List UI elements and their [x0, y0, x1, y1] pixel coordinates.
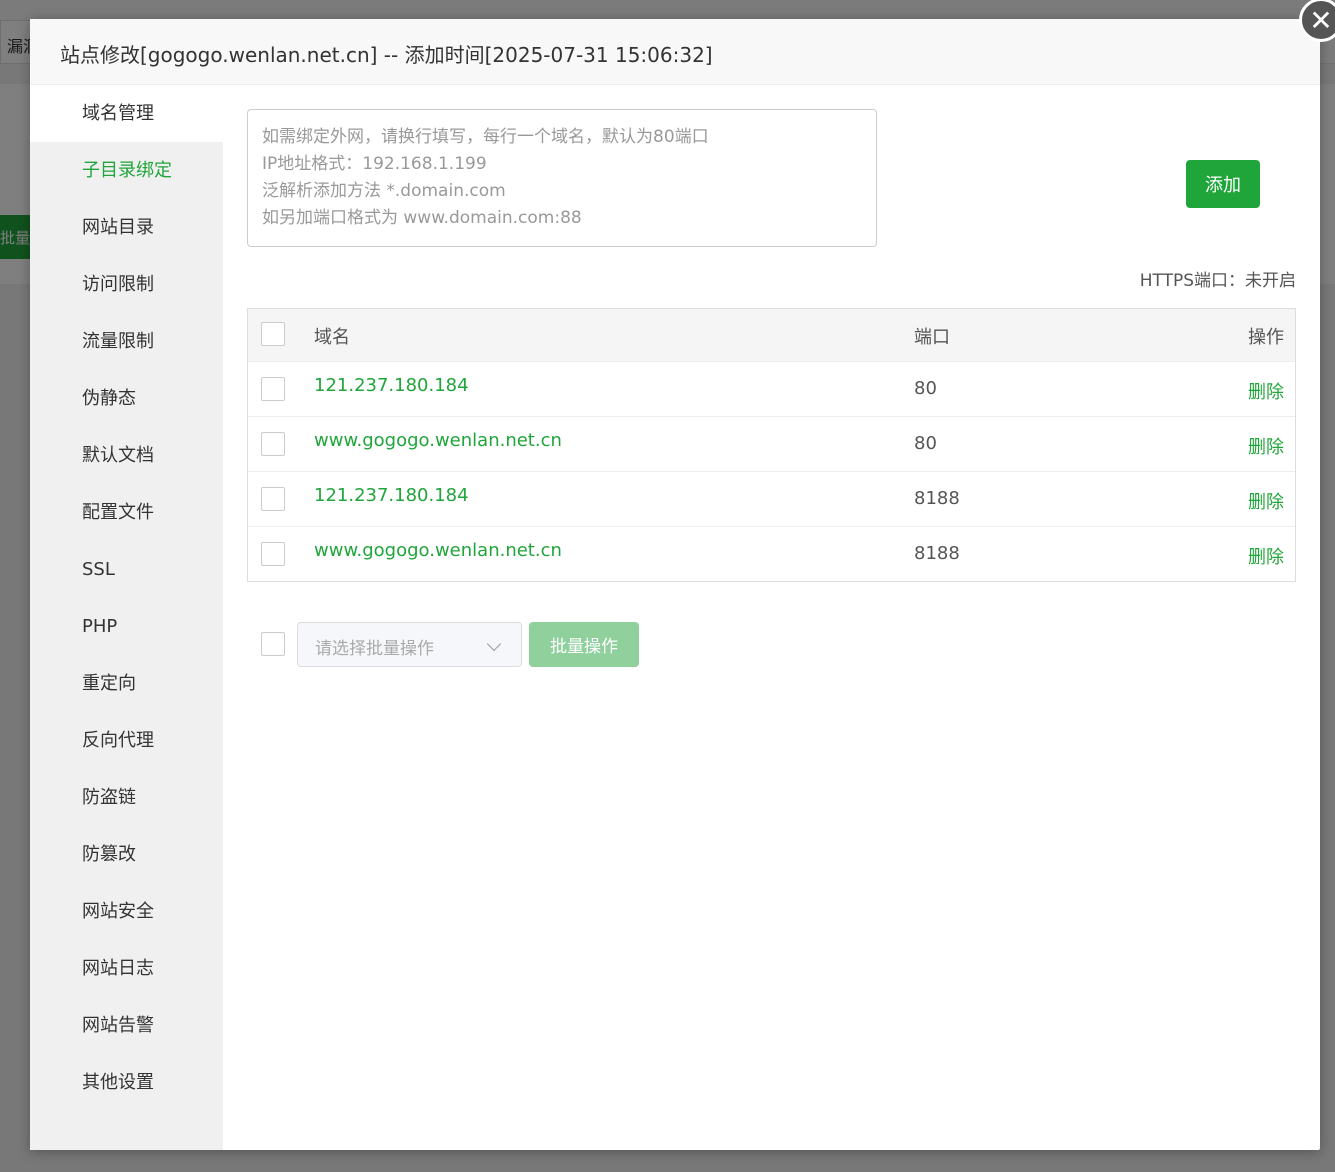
sidebar-item-hotlink-protection[interactable]: 防盗链 — [30, 769, 223, 826]
batch-select-placeholder: 请选择批量操作 — [315, 639, 434, 659]
sidebar-item-redirect[interactable]: 重定向 — [30, 655, 223, 712]
batch-operation-select[interactable]: 请选择批量操作 — [297, 622, 522, 667]
sidebar-item-config-file[interactable]: 配置文件 — [30, 484, 223, 541]
placeholder-line: 如需绑定外网，请换行填写，每行一个域名，默认为80端口 — [262, 127, 709, 147]
column-header-action: 操作 — [1248, 327, 1284, 348]
table-row: www.gogogo.wenlan.net.cn 80 删除 — [248, 416, 1295, 471]
placeholder-line: IP地址格式：192.168.1.199 — [262, 154, 487, 174]
port-value: 80 — [914, 433, 937, 454]
table-row: 121.237.180.184 80 删除 — [248, 361, 1295, 416]
table-header: 域名 端口 操作 — [248, 309, 1295, 361]
table-row: www.gogogo.wenlan.net.cn 8188 删除 — [248, 526, 1295, 581]
row-checkbox[interactable] — [261, 487, 285, 511]
row-checkbox[interactable] — [261, 432, 285, 456]
sidebar-item-ssl[interactable]: SSL — [30, 541, 223, 598]
dialog-title: 站点修改[gogogo.wenlan.net.cn] -- 添加时间[2025-… — [30, 19, 1320, 85]
domain-link[interactable]: 121.237.180.184 — [314, 485, 469, 506]
sidebar-item-php[interactable]: PHP — [30, 598, 223, 655]
sidebar-item-other-settings[interactable]: 其他设置 — [30, 1054, 223, 1111]
table-row: 121.237.180.184 8188 删除 — [248, 471, 1295, 526]
batch-select-all-checkbox[interactable] — [261, 632, 285, 656]
batch-operation-bar: 请选择批量操作 批量操作 — [247, 622, 947, 668]
site-edit-dialog: 站点修改[gogogo.wenlan.net.cn] -- 添加时间[2025-… — [30, 0, 1335, 1150]
row-checkbox[interactable] — [261, 542, 285, 566]
port-value: 8188 — [914, 488, 960, 509]
placeholder-line: 如另加端口格式为 www.domain.com:88 — [262, 208, 582, 228]
sidebar-item-default-document[interactable]: 默认文档 — [30, 427, 223, 484]
delete-link[interactable]: 删除 — [1248, 543, 1284, 569]
chevron-down-icon — [486, 636, 502, 652]
sidebar-item-rewrite[interactable]: 伪静态 — [30, 370, 223, 427]
column-header-domain: 域名 — [314, 327, 350, 348]
domain-textarea[interactable]: 如需绑定外网，请换行填写，每行一个域名，默认为80端口 IP地址格式：192.1… — [247, 109, 877, 247]
domain-link[interactable]: www.gogogo.wenlan.net.cn — [314, 430, 562, 451]
https-port-status: HTTPS端口：未开启 — [1139, 271, 1296, 291]
delete-link[interactable]: 删除 — [1248, 433, 1284, 459]
add-domain-button[interactable]: 添加 — [1186, 160, 1260, 208]
domain-link[interactable]: 121.237.180.184 — [314, 375, 469, 396]
delete-link[interactable]: 删除 — [1248, 378, 1284, 404]
sidebar-item-site-directory[interactable]: 网站目录 — [30, 199, 223, 256]
row-checkbox[interactable] — [261, 377, 285, 401]
sidebar-item-site-security[interactable]: 网站安全 — [30, 883, 223, 940]
select-all-checkbox[interactable] — [261, 322, 285, 346]
column-header-port: 端口 — [914, 327, 950, 348]
sidebar-item-traffic-limit[interactable]: 流量限制 — [30, 313, 223, 370]
domain-link[interactable]: www.gogogo.wenlan.net.cn — [314, 540, 562, 561]
domain-management-panel: 如需绑定外网，请换行填写，每行一个域名，默认为80端口 IP地址格式：192.1… — [247, 109, 1296, 667]
sidebar-item-reverse-proxy[interactable]: 反向代理 — [30, 712, 223, 769]
sidebar-item-site-logs[interactable]: 网站日志 — [30, 940, 223, 997]
sidebar-item-subdirectory-binding[interactable]: 子目录绑定 — [30, 142, 223, 199]
sidebar-item-site-alerts[interactable]: 网站告警 — [30, 997, 223, 1054]
placeholder-line: 泛解析添加方法 *.domain.com — [262, 181, 506, 201]
domain-table: 域名 端口 操作 121.237.180.184 80 删除 www.gogog… — [247, 308, 1296, 582]
batch-operation-button[interactable]: 批量操作 — [529, 622, 639, 667]
settings-sidebar: 域名管理 子目录绑定 网站目录 访问限制 流量限制 伪静态 默认文档 配置文件 … — [30, 85, 223, 1150]
sidebar-item-access-limit[interactable]: 访问限制 — [30, 256, 223, 313]
port-value: 8188 — [914, 543, 960, 564]
port-value: 80 — [914, 378, 937, 399]
delete-link[interactable]: 删除 — [1248, 488, 1284, 514]
sidebar-item-domain-management[interactable]: 域名管理 — [30, 85, 223, 142]
sidebar-item-tamper-protection[interactable]: 防篡改 — [30, 826, 223, 883]
